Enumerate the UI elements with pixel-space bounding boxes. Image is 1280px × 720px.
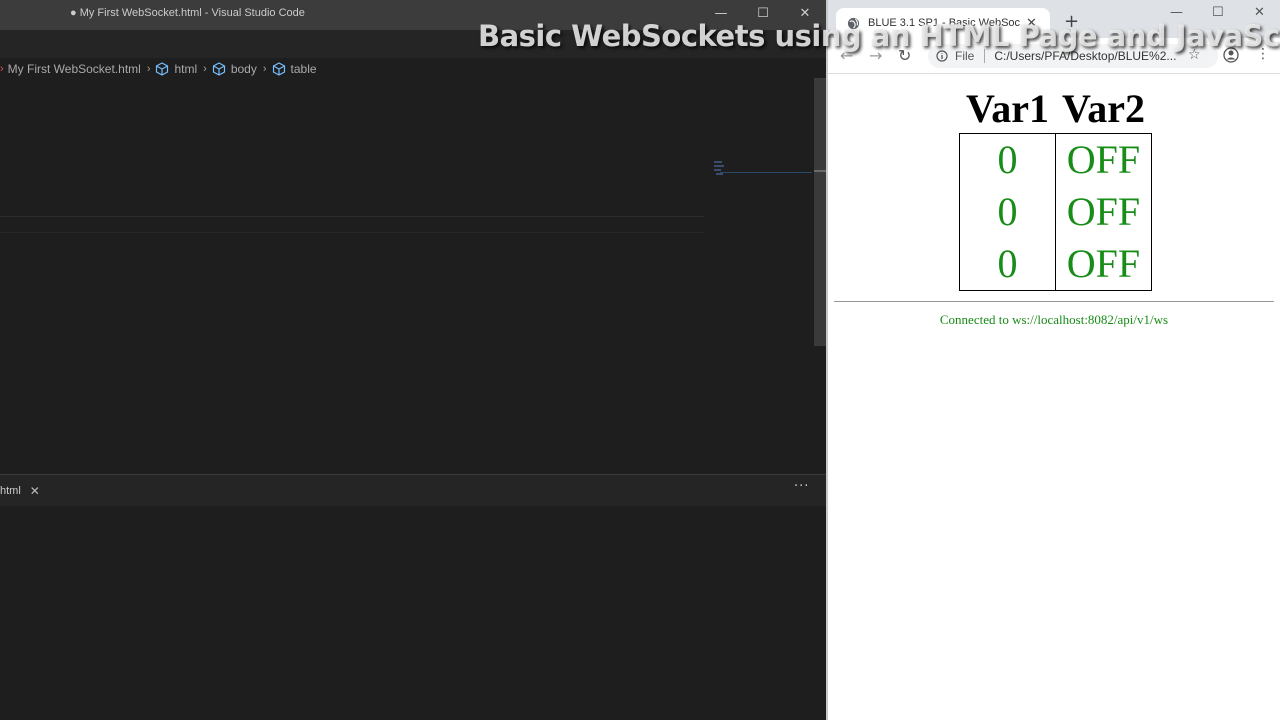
cell-var2: OFF <box>1055 133 1152 186</box>
chrome-maximize-button[interactable]: ☐ <box>1212 5 1224 20</box>
panel-tab-html[interactable]: html ✕ <box>0 475 40 506</box>
video-overlay-title: Basic WebSockets using an HTML Page and … <box>478 19 1280 53</box>
code-editor[interactable] <box>0 78 812 474</box>
breadcrumb-file[interactable]: › My First WebSocket.html <box>0 62 141 76</box>
html-file-icon: › <box>0 63 4 75</box>
breadcrumb-file-label: My First WebSocket.html <box>7 62 141 76</box>
breadcrumb-html-label: html <box>174 62 198 76</box>
table-row: 0 OFF <box>959 238 1152 291</box>
table-header-row: Var1 Var2 <box>960 85 1152 134</box>
minimap-slider[interactable] <box>720 172 812 173</box>
panel-body <box>0 506 826 720</box>
desktop: ● My First WebSocket.html - Visual Studi… <box>0 0 1280 720</box>
breadcrumb-body-label: body <box>230 62 257 76</box>
scrollbar-position-marker <box>814 170 826 172</box>
table-row: 0 OFF <box>959 186 1152 238</box>
table-row: 0 OFF <box>959 133 1152 186</box>
editor-line-highlight <box>0 232 704 233</box>
vscode-window-title: ● My First WebSocket.html - Visual Studi… <box>70 7 305 19</box>
cell-var1: 0 <box>959 133 1056 186</box>
chevron-right-icon: › <box>146 63 151 75</box>
column-header-var2: Var2 <box>1062 86 1145 131</box>
web-page: Var1 Var2 0 OFF 0 OFF 0 OFF Connected to… <box>828 75 1280 720</box>
panel-tab-strip: html ✕ ··· <box>0 475 826 506</box>
chrome-close-button[interactable]: ✕ <box>1254 5 1265 20</box>
vscode-window: ● My First WebSocket.html - Visual Studi… <box>0 0 826 720</box>
breadcrumb-html[interactable]: html <box>155 62 197 76</box>
cell-var1: 0 <box>959 238 1056 291</box>
more-actions-icon[interactable]: ··· <box>794 479 809 494</box>
breadcrumb-table[interactable]: table <box>272 62 317 76</box>
element-cube-icon <box>156 62 169 76</box>
cell-var2: OFF <box>1055 186 1152 238</box>
element-cube-icon <box>212 62 225 76</box>
chrome-window: BLUE 3.1 SP1 - Basic WebSocket ✕ + — ☐ ✕… <box>826 0 1280 720</box>
editor-current-line <box>0 216 704 217</box>
connection-status: Connected to ws://localhost:8082/api/v1/… <box>939 312 1169 327</box>
cell-var2: OFF <box>1055 238 1152 291</box>
chevron-right-icon: › <box>203 63 207 75</box>
column-header-var1: Var1 <box>966 86 1049 131</box>
cell-var1: 0 <box>959 186 1056 238</box>
breadcrumb: › My First WebSocket.html › html › body … <box>0 60 321 78</box>
editor-scrollbar[interactable] <box>814 78 826 346</box>
element-cube-icon <box>272 62 285 76</box>
close-icon[interactable]: ✕ <box>30 484 40 498</box>
data-table: Var1 Var2 0 OFF 0 OFF 0 OFF <box>959 85 1152 291</box>
breadcrumb-body[interactable]: body <box>212 62 257 76</box>
panel-tab-label: html <box>0 484 21 497</box>
chevron-right-icon: › <box>262 63 267 75</box>
minimap-icon <box>714 161 724 175</box>
breadcrumb-table-label: table <box>290 62 317 76</box>
horizontal-rule <box>834 301 1274 302</box>
chrome-minimize-button[interactable]: — <box>1170 5 1183 20</box>
